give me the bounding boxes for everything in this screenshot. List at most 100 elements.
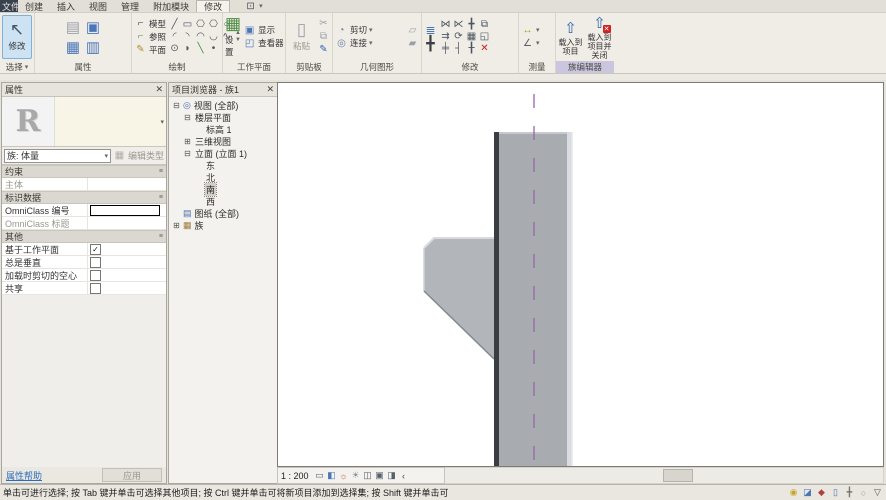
properties-palette-icon[interactable]: ▤	[63, 17, 83, 37]
chevron-down-icon[interactable]: ▾	[536, 26, 540, 34]
filter-icon[interactable]: ▽	[872, 487, 883, 498]
press-drag-icon[interactable]: ╋	[844, 487, 855, 498]
checkbox-checked[interactable]: ✓	[90, 243, 101, 255]
cut-icon[interactable]: ✂	[317, 18, 330, 30]
collapse-view-bar-icon[interactable]: ‹	[398, 470, 410, 482]
panel-display-toggle[interactable]: ⊡ ▾	[240, 0, 267, 12]
file-menu-button[interactable]: 文件	[0, 0, 18, 12]
family-parameters-icon[interactable]: ▥	[83, 37, 103, 57]
rectangle-tool-icon[interactable]: ▭	[181, 19, 194, 31]
expand-icon[interactable]: ⊞	[172, 221, 181, 230]
tree-item[interactable]: ▤ 图纸 (全部)	[169, 207, 277, 219]
checkbox-unchecked[interactable]	[90, 269, 101, 281]
tree-item[interactable]: 西	[169, 195, 277, 207]
type-selector-dropdown[interactable]: ▾	[55, 97, 166, 146]
edit-type-button[interactable]: ▦ 编辑类型	[113, 149, 164, 162]
close-icon[interactable]: ✕	[155, 84, 163, 95]
circumscribed-polygon-tool-icon[interactable]: ⎔	[207, 19, 220, 31]
horizontal-scrollbar[interactable]	[445, 467, 884, 484]
elevation-view-canvas[interactable]	[277, 82, 884, 467]
join-geometry-button[interactable]: ◎ 连接 ▾	[335, 37, 404, 49]
trim-icon[interactable]: ┤	[452, 43, 465, 55]
partial-ellipse-tool-icon[interactable]: ◗	[181, 43, 194, 55]
workplane-viewer-button[interactable]: ◰ 查看器	[243, 37, 284, 49]
collapse-icon[interactable]: ⊟	[172, 101, 181, 110]
chevron-down-icon[interactable]: ▾	[369, 26, 373, 34]
ribbon-tab[interactable]: 修改	[196, 0, 231, 12]
model-line-button[interactable]: ⌐ 模型	[134, 18, 166, 30]
ellipse-tool-icon[interactable]: ⊙	[168, 43, 181, 55]
property-value[interactable]: ✓	[88, 243, 166, 255]
tree-item[interactable]: 东	[169, 159, 277, 171]
property-value[interactable]	[88, 178, 166, 190]
close-icon[interactable]: ✕	[266, 84, 274, 95]
match-type-icon[interactable]: ✎	[317, 44, 330, 56]
line-tool-icon[interactable]: ╱	[168, 19, 181, 31]
shadows-icon[interactable]: ☀	[350, 470, 362, 482]
property-value[interactable]	[88, 204, 166, 216]
mirror-draw-axis-icon[interactable]: ⋉	[452, 19, 465, 31]
sun-path-icon[interactable]: ☼	[338, 470, 350, 482]
visual-style-icon[interactable]: ◧	[326, 470, 338, 482]
tree-item[interactable]: ⊞ 三维视图	[169, 135, 277, 147]
set-workplane-button[interactable]: ▦ 设置	[225, 15, 241, 58]
family-types-icon[interactable]: ▦	[63, 37, 83, 57]
property-value[interactable]	[88, 256, 166, 268]
property-group-header[interactable]: 标识数据 ≡	[2, 191, 166, 204]
property-value[interactable]	[88, 282, 166, 294]
property-group-header[interactable]: 约束 ≡	[2, 165, 166, 178]
property-value[interactable]	[88, 269, 166, 281]
family-category-icon[interactable]: ▣	[83, 17, 103, 37]
copy-icon[interactable]: ⧉	[317, 31, 330, 43]
view-scale-button[interactable]: 1 : 200	[281, 471, 309, 481]
measure-length-button[interactable]: ↔ ▾	[521, 24, 540, 36]
pin-icon[interactable]: ╂	[465, 43, 478, 55]
tree-item[interactable]: ⊟ ◎ 视图 (全部)	[169, 99, 277, 111]
copy-icon[interactable]: ⧉	[478, 19, 491, 31]
properties-palette-header[interactable]: 属性 ✕	[2, 83, 166, 97]
solid-forms-icon[interactable]: ▱	[406, 24, 419, 36]
design-options-icon[interactable]: ▯	[830, 487, 841, 498]
ribbon-tab[interactable]: 插入	[50, 0, 82, 12]
mass-corbel-extrusion[interactable]	[423, 237, 495, 360]
fillet-arc-tool-icon[interactable]: ◡	[207, 31, 220, 43]
active-workset-icon[interactable]: ◆	[816, 487, 827, 498]
editing-requests-icon[interactable]: ◪	[802, 487, 813, 498]
property-value[interactable]	[88, 217, 166, 229]
editable-only-icon[interactable]: ○	[858, 487, 869, 498]
offset-icon[interactable]: ⇉	[439, 31, 452, 43]
scrollbar-thumb[interactable]	[663, 469, 693, 482]
paste-button[interactable]: ▯ 粘贴	[288, 16, 315, 58]
chevron-down-icon[interactable]: ▾	[369, 39, 373, 47]
split-icon[interactable]: ╪	[439, 43, 452, 55]
apply-button[interactable]: 应用	[102, 468, 162, 482]
reference-plane-button[interactable]: ✎ 平面	[134, 44, 166, 56]
tree-item[interactable]: ⊟ 楼层平面	[169, 111, 277, 123]
crop-region-icon[interactable]: ▣	[374, 470, 386, 482]
ribbon-tab[interactable]: 创建	[18, 0, 50, 12]
crop-view-icon[interactable]: ◫	[362, 470, 374, 482]
move-crosshair-icon[interactable]: ╋	[424, 35, 437, 51]
tree-item[interactable]: ⊟ 立面 (立面 1)	[169, 147, 277, 159]
tree-item[interactable]: 标高 1	[169, 123, 277, 135]
family-type-select[interactable]: 族: 体量 ▾	[4, 148, 111, 163]
collapse-icon[interactable]: ⊟	[183, 149, 192, 158]
collapse-icon[interactable]: ⊟	[183, 113, 192, 122]
hidden-elements-icon[interactable]: ◨	[386, 470, 398, 482]
tangent-arc-tool-icon[interactable]: ◠	[194, 31, 207, 43]
project-browser-header[interactable]: 项目浏览器 - 族1 ✕	[169, 83, 277, 97]
ribbon-tab[interactable]: 管理	[114, 0, 146, 12]
property-value-input[interactable]	[90, 204, 160, 216]
rotate-icon[interactable]: ⟳	[452, 31, 465, 43]
point-tool-icon[interactable]: •	[207, 43, 220, 55]
property-group-header[interactable]: 其他 ≡	[2, 230, 166, 243]
ribbon-tab[interactable]: 视图	[82, 0, 114, 12]
modify-button[interactable]: ↖ 修改	[2, 14, 32, 59]
checkbox-unchecked[interactable]	[90, 256, 101, 268]
reference-line-button[interactable]: ⌐ 参照	[134, 31, 166, 43]
array-icon[interactable]: ▦	[465, 31, 478, 43]
tree-item[interactable]: ⊞ ▦ 族	[169, 219, 277, 231]
measure-angle-button[interactable]: ∠ ▾	[521, 37, 540, 49]
scale-icon[interactable]: ◱	[478, 31, 491, 43]
expand-icon[interactable]: ⊞	[183, 137, 192, 146]
